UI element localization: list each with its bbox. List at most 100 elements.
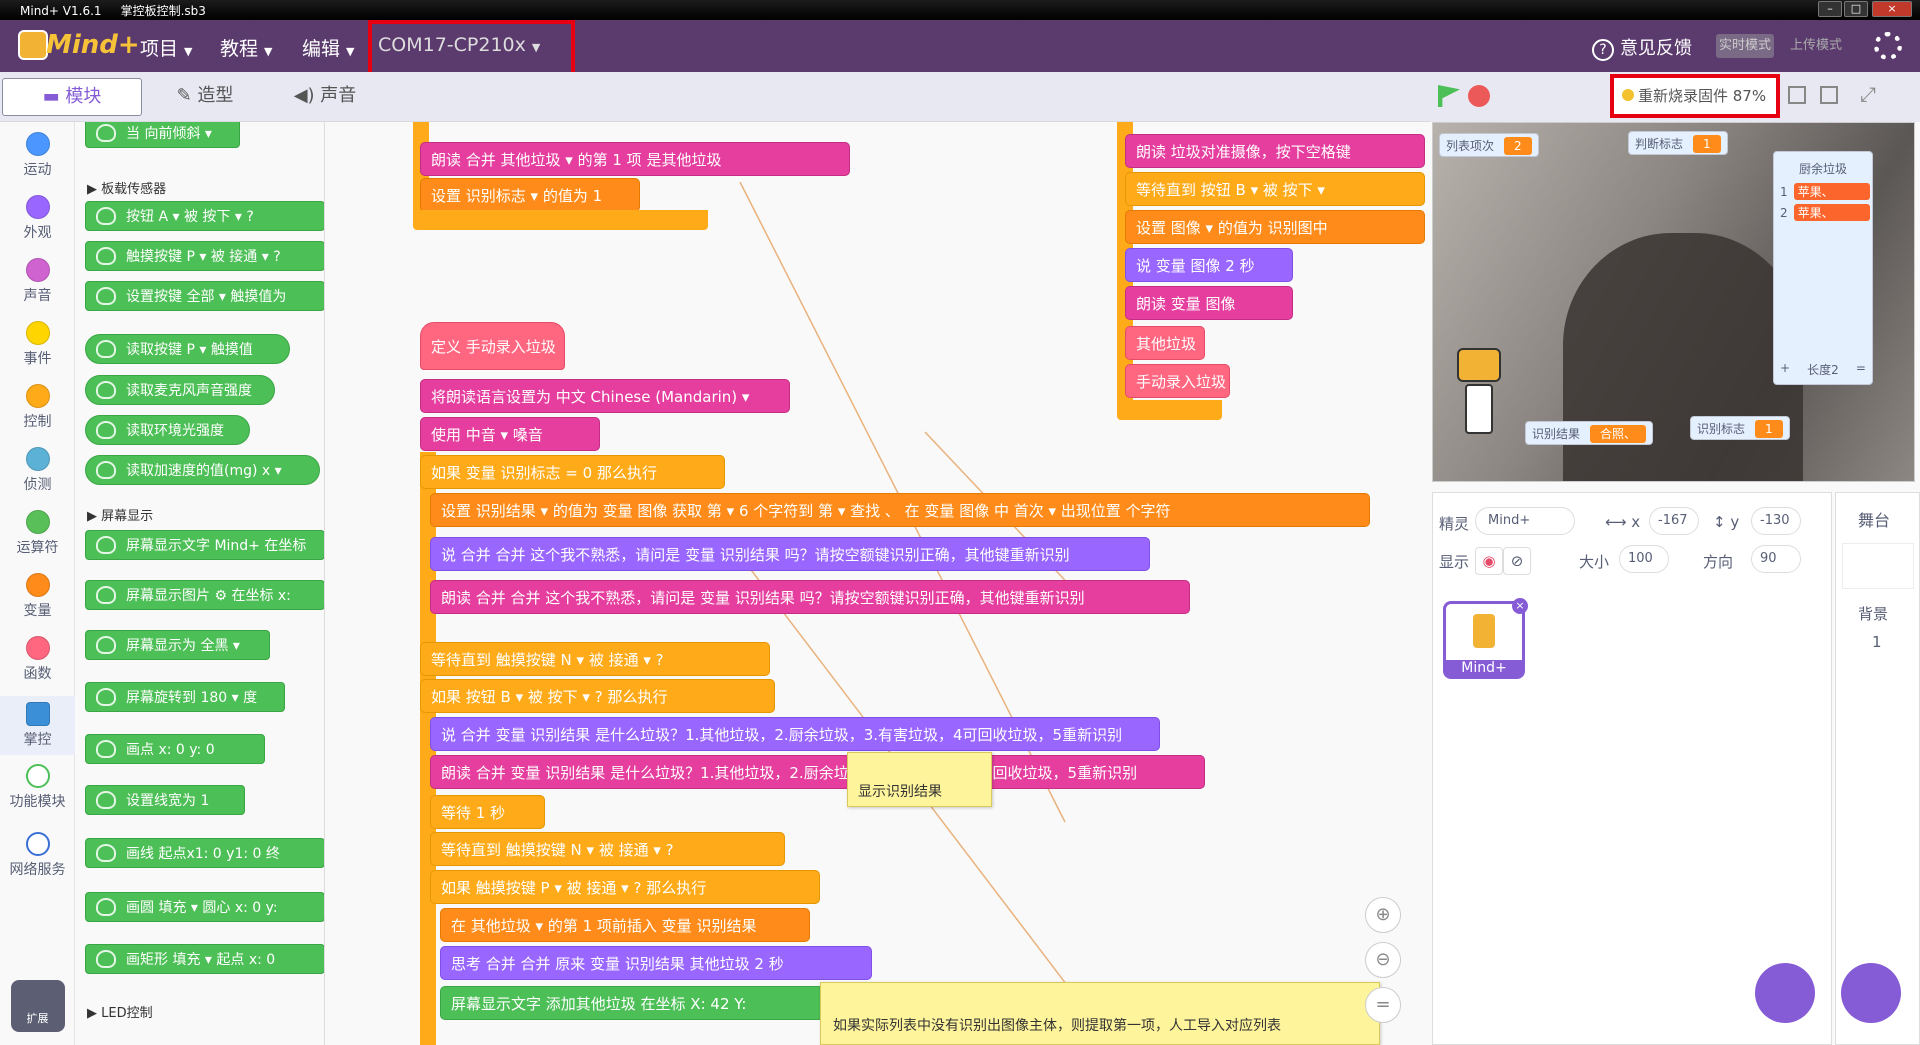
palette-block[interactable]: 当 向前倾斜 ▾ [85, 122, 240, 148]
script-block-speak[interactable]: 朗读 合并 其他垃圾 ▾ 的第 1 项 是其他垃圾 [420, 142, 850, 176]
port-highlight-box [368, 20, 575, 76]
mindplus-logo[interactable]: Mind+ [18, 28, 140, 64]
define-block[interactable]: 定义 手动录入垃圾 [420, 322, 565, 370]
sprite-direction-field[interactable]: 90 [1751, 545, 1801, 573]
palette-block[interactable]: 读取麦克风声音强度 [85, 375, 275, 405]
palette-block[interactable]: 设置按键 全部 ▾ 触摸值为 [85, 281, 324, 311]
settings-gear-icon[interactable] [1874, 32, 1902, 60]
script-block-set-result[interactable]: 设置 识别结果 ▾ 的值为 变量 图像 获取 第 ▾ 6 个字符到 第 ▾ 查找… [430, 493, 1370, 527]
script-block-set-image[interactable]: 设置 图像 ▾ 的值为 识别图中 [1125, 210, 1425, 244]
category-events[interactable]: 事件 [0, 321, 75, 368]
script-block-wait-until[interactable]: 等待直到 按钮 B ▾ 被 按下 ▾ [1125, 172, 1425, 206]
category-operators[interactable]: 运算符 [0, 510, 75, 557]
palette-block[interactable]: 设置线宽为 1 [85, 785, 245, 815]
palette-block[interactable]: 画矩形 填充 ▾ 起点 x: 0 [85, 944, 324, 974]
menu-edit[interactable]: 编辑 ▼ [302, 34, 354, 61]
script-block-tts-language[interactable]: 将朗读语言设置为 中文 Chinese (Mandarin) ▾ [420, 379, 790, 413]
maximize-button[interactable]: □ [1844, 1, 1868, 17]
palette-block[interactable]: 触摸按键 P ▾ 被 接通 ▾ ? [85, 241, 324, 271]
show-eye-icon[interactable]: ◉ [1475, 547, 1503, 575]
comment-note[interactable]: 显示识别结果 [847, 752, 992, 807]
show-label: 显示 [1439, 553, 1470, 571]
delete-sprite-icon[interactable]: × [1512, 598, 1528, 614]
large-stage-icon[interactable] [1820, 86, 1838, 104]
feedback-button[interactable]: ? 意见反馈 [1592, 34, 1692, 61]
upload-mode-toggle[interactable]: 上传模式 [1790, 34, 1842, 58]
green-flag-icon[interactable] [1438, 85, 1460, 107]
palette-section-led: ▶ LED控制 [87, 1006, 153, 1021]
zoom-out-icon[interactable]: ⊖ [1365, 942, 1401, 978]
script-block-say[interactable]: 说 合并 变量 识别结果 是什么垃圾？1.其他垃圾，2.厨余垃圾，3.有害垃圾，… [430, 717, 1160, 751]
extensions-button[interactable]: 扩展 [0, 980, 75, 1032]
stage-selector[interactable]: 舞台 背景 1 [1835, 492, 1920, 1045]
palette-block[interactable]: 画圆 填充 ▾ 圆心 x: 0 y: [85, 892, 324, 922]
stage-canvas[interactable]: 列表项次 2 判断标志 1 识别结果 合照、 识别标志 1 厨余垃圾 1 苹果、 2 苹果、… [1432, 122, 1915, 482]
sprite-name-field[interactable]: Mind+ [1475, 507, 1575, 535]
palette-block[interactable]: 按钮 A ▾ 被 按下 ▾ ? [85, 201, 324, 231]
hide-eye-icon[interactable]: ⊘ [1503, 547, 1531, 575]
category-sound[interactable]: 声音 [0, 258, 75, 305]
script-block-set-var[interactable]: 设置 识别标志 ▾ 的值为 1 [420, 178, 640, 212]
script-block-say[interactable]: 说 合并 合并 这个我不熟悉，请问是 变量 识别结果 吗？请按空额键识别正确，其… [430, 537, 1150, 571]
script-block-voice[interactable]: 使用 中音 ▾ 嗓音 [420, 417, 600, 451]
menu-project[interactable]: 项目 ▼ [140, 34, 192, 61]
sprite-y-field[interactable]: -130 [1751, 507, 1801, 535]
script-block-speak[interactable]: 朗读 合并 变量 识别结果 是什么垃圾？1.其他垃圾，2.厨余垃圾，3.有害垃圾… [430, 755, 1205, 789]
category-functions[interactable]: 函数 [0, 636, 75, 683]
call-block[interactable]: 手动录入垃圾 [1125, 364, 1230, 398]
palette-block[interactable]: 屏幕显示为 全黑 ▾ [85, 630, 270, 660]
sprite-info-panel: 精灵 Mind+ ⟷ x -167 ↕ y -130 显示 ◉ ⊘ 大小 100… [1432, 492, 1832, 1045]
comment-note[interactable]: 如果实际列表中没有识别出图像主体，则提取第一项，人工导入对应列表 [820, 982, 1380, 1045]
stop-icon[interactable] [1468, 85, 1490, 107]
script-block-say[interactable]: 说 变量 图像 2 秒 [1125, 248, 1293, 282]
script-area[interactable]: 朗读 合并 其他垃圾 ▾ 的第 1 项 是其他垃圾 设置 识别标志 ▾ 的值为 … [325, 122, 1425, 1045]
palette-block[interactable]: 读取环境光强度 [85, 415, 250, 445]
script-block-if[interactable]: 如果 变量 识别标志 = 0 那么执行 [420, 455, 725, 489]
minimize-button[interactable]: – [1818, 1, 1842, 17]
category-network[interactable]: 网络服务 [0, 832, 75, 879]
fullscreen-icon[interactable]: ⤢ [1860, 82, 1876, 106]
category-motion[interactable]: 运动 [0, 132, 75, 179]
sprite-x-field[interactable]: -167 [1649, 507, 1699, 535]
zoom-in-icon[interactable]: ⊕ [1365, 897, 1401, 933]
tab-blocks[interactable]: ▬ 模块 [2, 78, 142, 116]
category-control[interactable]: 控制 [0, 384, 75, 431]
tab-costumes[interactable]: ✎ 造型 [150, 78, 260, 116]
script-block-insert-list[interactable]: 在 其他垃圾 ▾ 的第 1 项前插入 变量 识别结果 [440, 908, 810, 942]
small-stage-icon[interactable] [1788, 86, 1806, 104]
script-block-speak[interactable]: 朗读 变量 图像 [1125, 286, 1293, 320]
category-variables[interactable]: 变量 [0, 573, 75, 620]
palette-block[interactable]: 读取按键 P ▾ 触摸值 [85, 334, 290, 364]
category-function-modules[interactable]: 功能模块 [0, 764, 75, 811]
palette-block[interactable]: 屏幕显示图片 ⚙ 在坐标 x: [85, 580, 324, 610]
palette-block[interactable]: 画线 起点x1: 0 y1: 0 终 [85, 838, 324, 868]
category-sensing[interactable]: 侦测 [0, 447, 75, 494]
script-block-wait[interactable]: 等待 1 秒 [430, 795, 545, 829]
mindplus-sprite[interactable] [1457, 348, 1507, 448]
zoom-reset-icon[interactable]: = [1365, 987, 1401, 1023]
add-backdrop-icon[interactable] [1841, 963, 1901, 1023]
call-block[interactable]: 其他垃圾 [1125, 326, 1205, 360]
script-block-speak[interactable]: 朗读 合并 合并 这个我不熟悉，请问是 变量 识别结果 吗？请按空额键识别正确，… [430, 580, 1190, 614]
menu-tutorial[interactable]: 教程 ▼ [220, 34, 272, 61]
script-block-wait-until[interactable]: 等待直到 触摸按键 N ▾ 被 接通 ▾ ? [420, 642, 770, 676]
monitor-flag: 识别标志 1 [1690, 416, 1790, 440]
realtime-mode-toggle[interactable]: 实时模式 [1716, 34, 1774, 58]
palette-block[interactable]: 画点 x: 0 y: 0 [85, 734, 265, 764]
stage-thumbnail[interactable] [1842, 543, 1914, 589]
category-looks[interactable]: 外观 [0, 195, 75, 242]
sprite-size-field[interactable]: 100 [1619, 545, 1669, 573]
script-block-wait-until[interactable]: 等待直到 触摸按键 N ▾ 被 接通 ▾ ? [430, 832, 785, 866]
tab-sounds[interactable]: ◀) 声音 [270, 78, 380, 116]
palette-block[interactable]: 读取加速度的值(mg) x ▾ [85, 455, 320, 485]
script-block-speak[interactable]: 朗读 垃圾对准摄像，按下空格键 [1125, 134, 1425, 168]
script-block-think[interactable]: 思考 合并 合并 原来 变量 识别结果 其他垃圾 2 秒 [440, 946, 872, 980]
script-block-if[interactable]: 如果 按钮 B ▾ 被 按下 ▾ ? 那么执行 [420, 679, 775, 713]
palette-block[interactable]: 屏幕旋转到 180 ▾ 度 [85, 682, 285, 712]
script-block-if[interactable]: 如果 触摸按键 P ▾ 被 接通 ▾ ? 那么执行 [430, 870, 820, 904]
palette-block[interactable]: 屏幕显示文字 Mind+ 在坐标 [85, 530, 324, 560]
close-window-button[interactable]: × [1872, 1, 1912, 17]
category-mpython[interactable]: 掌控 [0, 696, 75, 755]
add-sprite-cat-icon[interactable] [1755, 963, 1815, 1023]
sprite-thumbnail[interactable]: Mind+ × [1443, 598, 1528, 679]
